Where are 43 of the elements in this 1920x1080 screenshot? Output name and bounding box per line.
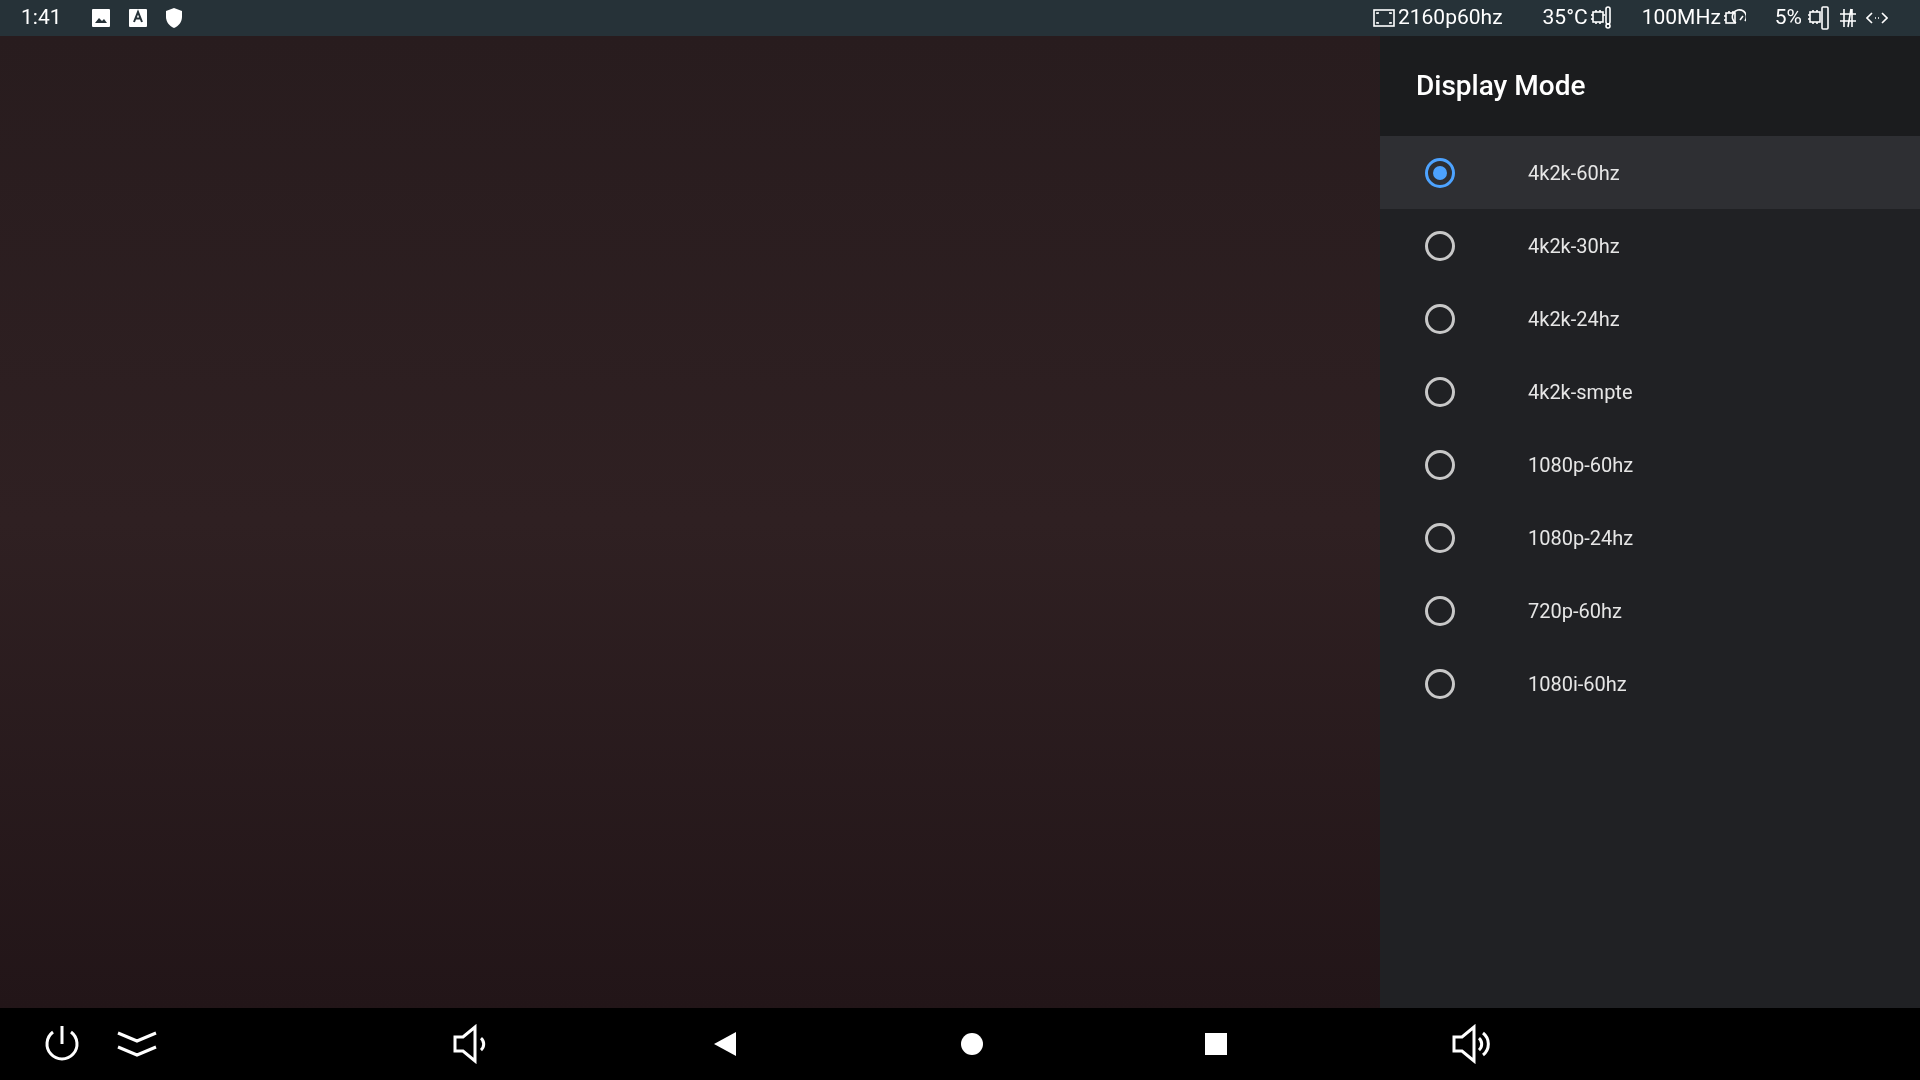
display-mode-option[interactable]: 4k2k-60hz [1380,136,1920,209]
radio-button[interactable] [1425,157,1455,188]
display-mode-option[interactable]: 4k2k-smpte [1380,355,1920,428]
radio-button[interactable] [1425,595,1455,626]
resolution-readout: 2160p60hz [1397,4,1503,32]
double-chevron-icon[interactable] [116,1029,158,1059]
option-label: 1080p-24hz [1528,524,1634,552]
radio-button[interactable] [1425,668,1455,699]
frequency-readout: 100MHz [1641,4,1721,32]
network-icon [1839,8,1857,28]
display-mode-option[interactable]: 1080p-24hz [1380,501,1920,574]
cpu-load-readout: 5% [1774,4,1802,32]
recents-icon[interactable] [1204,1032,1228,1056]
option-label: 1080i-60hz [1528,670,1627,698]
screen-icon [1372,8,1395,28]
option-label: 4k2k-24hz [1528,305,1620,333]
panel-title: Display Mode [1416,68,1586,104]
display-mode-option[interactable]: 4k2k-24hz [1380,282,1920,355]
display-mode-option[interactable]: 1080p-60hz [1380,428,1920,501]
code-arrows-icon [1866,11,1888,25]
back-icon[interactable] [713,1031,737,1057]
chip-thermometer-icon [1590,6,1613,30]
display-mode-option[interactable]: 1080i-60hz [1380,647,1920,720]
home-icon[interactable] [960,1032,984,1056]
radio-button[interactable] [1425,522,1455,553]
clock: 1:41 [21,4,62,32]
option-label: 4k2k-60hz [1528,159,1620,187]
option-label: 1080p-60hz [1528,451,1634,479]
display-mode-option[interactable]: 4k2k-30hz [1380,209,1920,282]
radio-button[interactable] [1425,230,1455,261]
display-mode-option[interactable]: 720p-60hz [1380,574,1920,647]
shield-icon [164,7,183,29]
chip-battery-icon [1808,6,1830,30]
volume-up-icon[interactable] [1452,1024,1492,1064]
temperature-readout: 35°C [1542,4,1588,32]
text-icon [128,8,147,28]
image-icon [90,8,111,28]
radio-button[interactable] [1425,376,1455,407]
radio-button[interactable] [1425,303,1455,334]
option-label: 4k2k-30hz [1528,232,1620,260]
option-label: 720p-60hz [1528,597,1622,625]
option-label: 4k2k-smpte [1528,378,1633,406]
radio-button[interactable] [1425,449,1455,480]
